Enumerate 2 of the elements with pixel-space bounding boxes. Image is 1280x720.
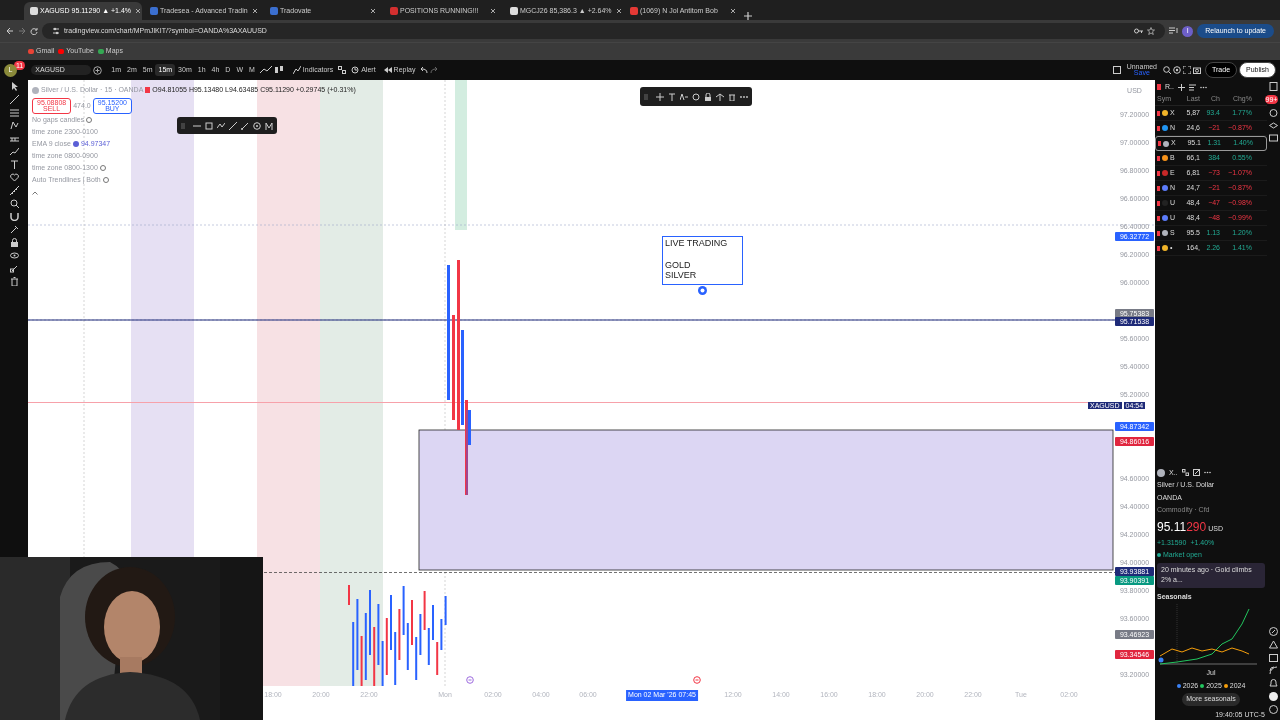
last-price: 95.11 [1157, 518, 1187, 536]
last-price-tail: 290 [1186, 518, 1207, 536]
